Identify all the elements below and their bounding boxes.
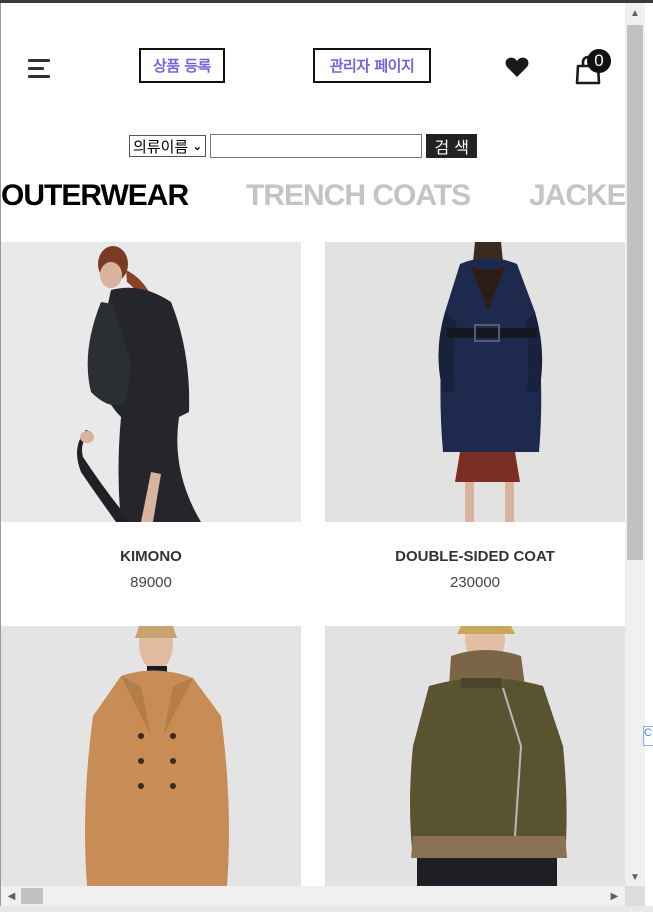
- search-category-select[interactable]: 의류이름 ⌄: [129, 135, 207, 157]
- scroll-right-arrow-icon[interactable]: ▶: [606, 886, 623, 906]
- product-image-kimono[interactable]: [1, 242, 301, 522]
- scroll-left-arrow-icon[interactable]: ◀: [3, 886, 20, 906]
- product-name[interactable]: DOUBLE-SIDED COAT: [325, 548, 625, 565]
- menu-icon[interactable]: [28, 57, 52, 81]
- scrollbar-corner: [625, 886, 645, 906]
- search-button[interactable]: 검 색: [426, 134, 478, 158]
- window-bottom-border: [0, 906, 653, 912]
- window-right-gutter: [645, 3, 653, 912]
- search-category-value: 의류이름: [133, 137, 189, 156]
- vertical-scroll-thumb[interactable]: [627, 25, 643, 560]
- product-image-double-sided-coat[interactable]: [325, 242, 625, 522]
- horizontal-scrollbar[interactable]: ◀ ▶: [1, 886, 625, 906]
- scroll-up-arrow-icon[interactable]: ▲: [625, 5, 645, 22]
- category-tab-trench-coats[interactable]: TRENCH COATS: [246, 179, 471, 213]
- product-price: 230000: [449, 574, 501, 591]
- chevron-down-icon: ⌄: [192, 139, 203, 153]
- horizontal-scroll-thumb[interactable]: [21, 888, 43, 904]
- product-register-button[interactable]: 상품 등록: [139, 48, 225, 83]
- category-tab-outerwear[interactable]: OUTERWEAR: [1, 179, 189, 213]
- admin-page-button[interactable]: 관리자 페이지: [313, 48, 431, 83]
- ad-choices-icon[interactable]: C: [643, 726, 653, 746]
- product-image-shearling-jacket[interactable]: [325, 626, 625, 886]
- vertical-scrollbar[interactable]: ▲ ▼: [625, 3, 645, 886]
- scroll-down-arrow-icon[interactable]: ▼: [625, 869, 645, 886]
- cart-count-badge: 0: [587, 49, 611, 73]
- page-viewport: 상품 등록 관리자 페이지 0 의류이름 ⌄ 검 색 OUTERWEAR TRE…: [1, 3, 625, 886]
- heart-icon[interactable]: [504, 55, 530, 79]
- product-price: 89000: [130, 574, 172, 591]
- search-input[interactable]: [210, 134, 423, 158]
- product-image-camel-coat[interactable]: [1, 626, 301, 886]
- category-tab-jackets[interactable]: JACKE: [529, 179, 625, 213]
- product-name[interactable]: KIMONO: [1, 548, 301, 565]
- search-bar: 의류이름 ⌄ 검 색: [129, 133, 478, 159]
